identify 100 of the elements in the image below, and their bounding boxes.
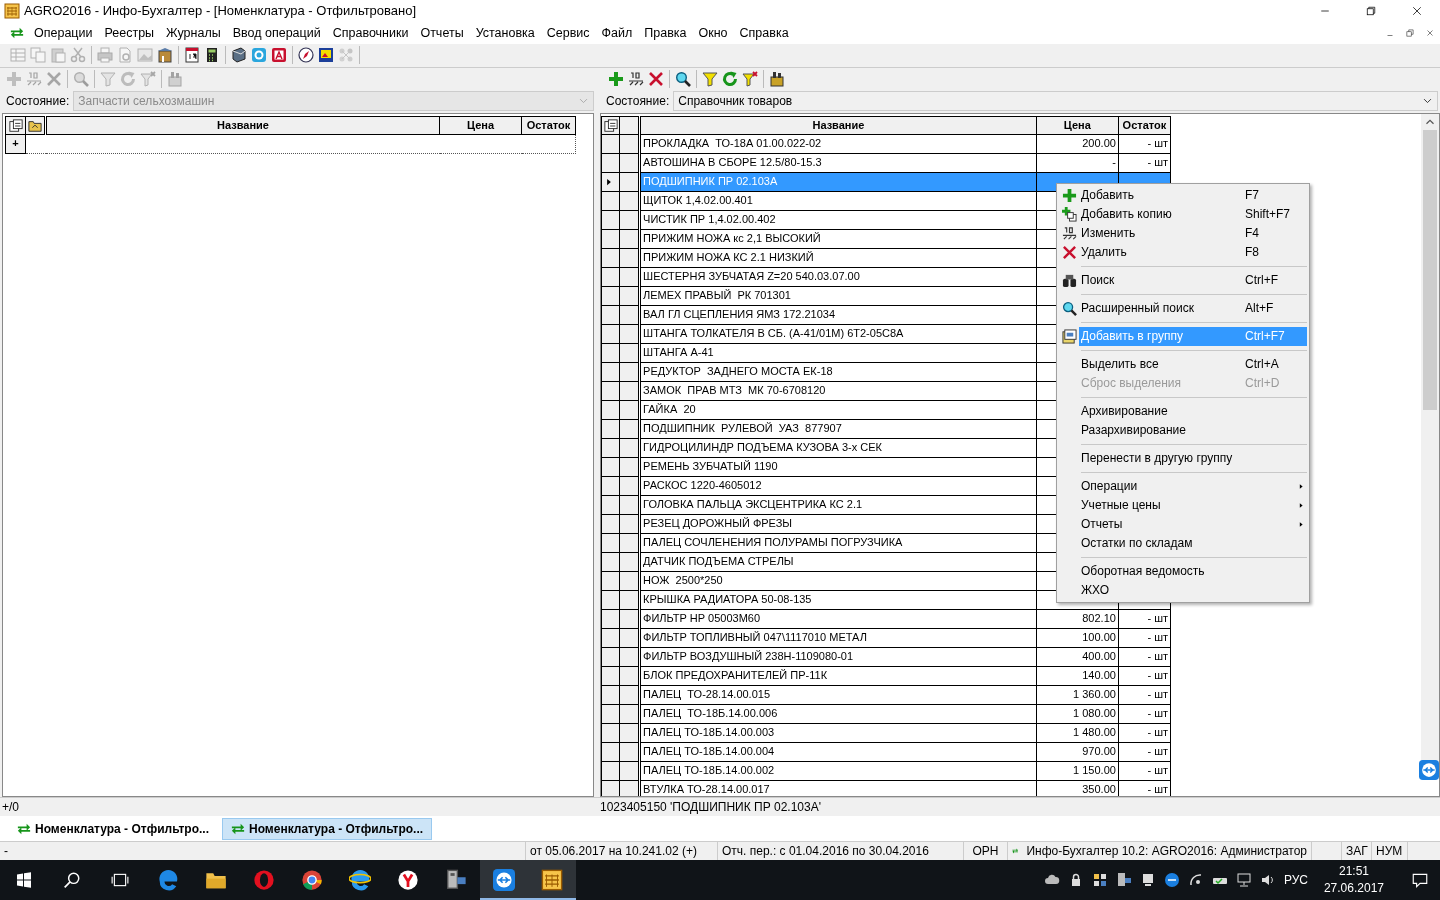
column-header[interactable]: Остаток xyxy=(1118,116,1171,135)
table-cell: КРЫШКА РАДИАТОРА 50-08-135 xyxy=(639,590,1037,610)
menu-item[interactable]: Операции xyxy=(1059,477,1307,496)
x-icon[interactable] xyxy=(648,70,664,87)
menu-item[interactable]: Правка xyxy=(638,22,693,44)
remote-support-icon[interactable] xyxy=(1163,872,1180,888)
window-tab[interactable]: Номенклатура - Отфильтро... xyxy=(222,817,433,840)
calc-icon[interactable] xyxy=(204,47,220,64)
table-cell: - шт xyxy=(1118,609,1171,629)
compass-icon[interactable] xyxy=(298,47,314,64)
menu-item[interactable]: Сервис xyxy=(540,22,596,44)
menu-item[interactable]: Окно xyxy=(692,22,734,44)
table-cell: 802.10 xyxy=(1036,609,1119,629)
menu-item[interactable]: Установка xyxy=(469,22,541,44)
picture-icon[interactable] xyxy=(318,47,334,64)
clock-time[interactable]: 21:51 xyxy=(1338,863,1369,880)
table-cell: ЧИСТИК ПР 1,4.02.00.402 xyxy=(639,210,1037,230)
close-icon[interactable] xyxy=(1411,5,1423,17)
table-cell: ПАЛЕЦ ТО-18Б.14.00.002 xyxy=(639,761,1037,781)
computer-icon[interactable] xyxy=(1115,872,1132,888)
table-cell: ПАЛЕЦ ТО-18Б.14.00.004 xyxy=(639,742,1037,762)
table-cell: РЕМЕНЬ ЗУБЧАТЫЙ 1190 xyxy=(639,457,1037,477)
menu-item[interactable]: Остатки по складам xyxy=(1059,534,1307,553)
binoculars-icon xyxy=(1061,273,1077,288)
column-header[interactable]: Цена xyxy=(1036,116,1119,135)
edit-icon[interactable] xyxy=(628,70,644,87)
building-icon[interactable] xyxy=(157,47,173,64)
menu-item[interactable]: Оборотная ведомость xyxy=(1059,562,1307,581)
column-header[interactable]: Цена xyxy=(439,116,522,135)
table-cell: - шт xyxy=(1118,628,1171,648)
taskbar-app[interactable] xyxy=(480,860,528,900)
menu-item[interactable]: Отчеты xyxy=(414,22,470,44)
menu-item[interactable]: Отчеты xyxy=(1059,515,1307,534)
column-header[interactable]: Название xyxy=(639,116,1037,135)
table-cell: ДАТЧИК ПОДЪЕМА СТРЕЛЫ xyxy=(639,552,1037,572)
scrollbar[interactable] xyxy=(1421,113,1439,764)
menu-item[interactable]: Удалить F8 xyxy=(1059,243,1307,262)
plus-icon xyxy=(1061,188,1077,203)
notifications-icon[interactable] xyxy=(1411,871,1429,889)
taskbar-app[interactable] xyxy=(528,860,576,900)
folder-up-icon[interactable] xyxy=(28,118,42,133)
restore-icon[interactable] xyxy=(1405,28,1415,38)
table-cell: ЩИТОК 1,4.02.00.401 xyxy=(639,191,1037,211)
folder-card-icon xyxy=(1061,329,1077,344)
menu-item[interactable]: Расширенный поиск Alt+F xyxy=(1059,299,1307,318)
status-text: ЗАГ xyxy=(1346,843,1368,860)
menu-item[interactable]: Перенести в другую группу xyxy=(1059,449,1307,468)
current-record-text: 1023405150 'ПОДШИПНИК ПР 02.103А' xyxy=(600,799,821,817)
language-indicator[interactable]: РУС xyxy=(1283,871,1308,889)
network-icon[interactable] xyxy=(1235,872,1252,888)
table-cell: ШТАНГА А-41 xyxy=(639,343,1037,363)
menu-item[interactable]: Архивирование xyxy=(1059,402,1307,421)
menu-item[interactable]: ЖХО xyxy=(1059,581,1307,600)
abacus-icon xyxy=(541,869,563,891)
menu-item[interactable]: Добавить F7 xyxy=(1059,186,1307,205)
task-view-icon[interactable] xyxy=(111,871,129,889)
column-header[interactable]: Название xyxy=(45,116,440,135)
table-cell: 140.00 xyxy=(1036,666,1119,686)
filter-icon[interactable] xyxy=(702,70,718,87)
menu-item[interactable]: Операции xyxy=(28,22,99,44)
windows-start-icon[interactable] xyxy=(16,872,32,888)
search-icon[interactable] xyxy=(63,871,81,889)
state-label: Состояние: xyxy=(606,92,670,110)
status-text: Отч. пер.: с 01.04.2016 по 30.04.2016 xyxy=(722,843,929,860)
menu-item[interactable]: Поиск Ctrl+F xyxy=(1059,271,1307,290)
menu-item[interactable]: Ввод операций xyxy=(226,22,327,44)
clock-date[interactable]: 27.06.2017 xyxy=(1323,880,1384,897)
grid-icon[interactable] xyxy=(1091,872,1108,888)
table-cell: - шт xyxy=(1118,742,1171,762)
table-cell: ПРОКЛАДКА ТО-18А 01.00.022-02 xyxy=(639,134,1037,154)
status-text: НУМ xyxy=(1376,843,1403,860)
search-icon xyxy=(1061,301,1077,316)
window-tab[interactable]: Номенклатура - Отфильтро... xyxy=(8,817,219,840)
restore-icon[interactable] xyxy=(1365,5,1377,17)
menu-item[interactable]: Разархивирование xyxy=(1059,421,1307,440)
menu-item[interactable]: Справочники xyxy=(326,22,415,44)
search-icon[interactable] xyxy=(675,70,691,87)
table-cell: ШЕСТЕРНЯ ЗУБЧАТАЯ Z=20 540.03.07.00 xyxy=(639,267,1037,287)
table-cell: ВТУЛКА ТО-28.14.00.017 xyxy=(639,780,1037,797)
filterx-icon[interactable] xyxy=(742,70,758,87)
menu-item[interactable]: Журналы xyxy=(160,22,227,44)
refresh-icon[interactable] xyxy=(722,70,738,87)
menu-item[interactable]: Файл xyxy=(595,22,639,44)
add-copy-icon xyxy=(1061,207,1077,222)
calendar-icon[interactable] xyxy=(184,47,200,64)
menu-item[interactable]: Справка xyxy=(733,22,795,44)
state-dropdown[interactable]: Справочник товаров xyxy=(673,90,1438,111)
table-cell: 970.00 xyxy=(1036,742,1119,762)
menu-item[interactable]: Изменить F4 xyxy=(1059,224,1307,243)
speaker-icon[interactable] xyxy=(1259,872,1276,888)
menu-item[interactable]: Реестры xyxy=(98,22,161,44)
table-cell: ШТАНГА ТОЛКАТЕЛЯ В СБ. (А-41/01М) 6Т2-05С8А xyxy=(639,324,1037,344)
scroll-thumb[interactable] xyxy=(1423,129,1437,410)
menu-item[interactable]: Учетные цены xyxy=(1059,496,1307,515)
menu-item[interactable]: Добавить копию Shift+F7 xyxy=(1059,205,1307,224)
browser-icon xyxy=(301,869,323,891)
table-cell: БЛОК ПРЕДОХРАНИТЕЛЕЙ ПР-11К xyxy=(639,666,1037,686)
column-header[interactable]: Остаток xyxy=(521,116,576,135)
menu-item[interactable]: Выделить все Ctrl+A xyxy=(1059,355,1307,374)
table-cell: - шт xyxy=(1118,134,1171,154)
